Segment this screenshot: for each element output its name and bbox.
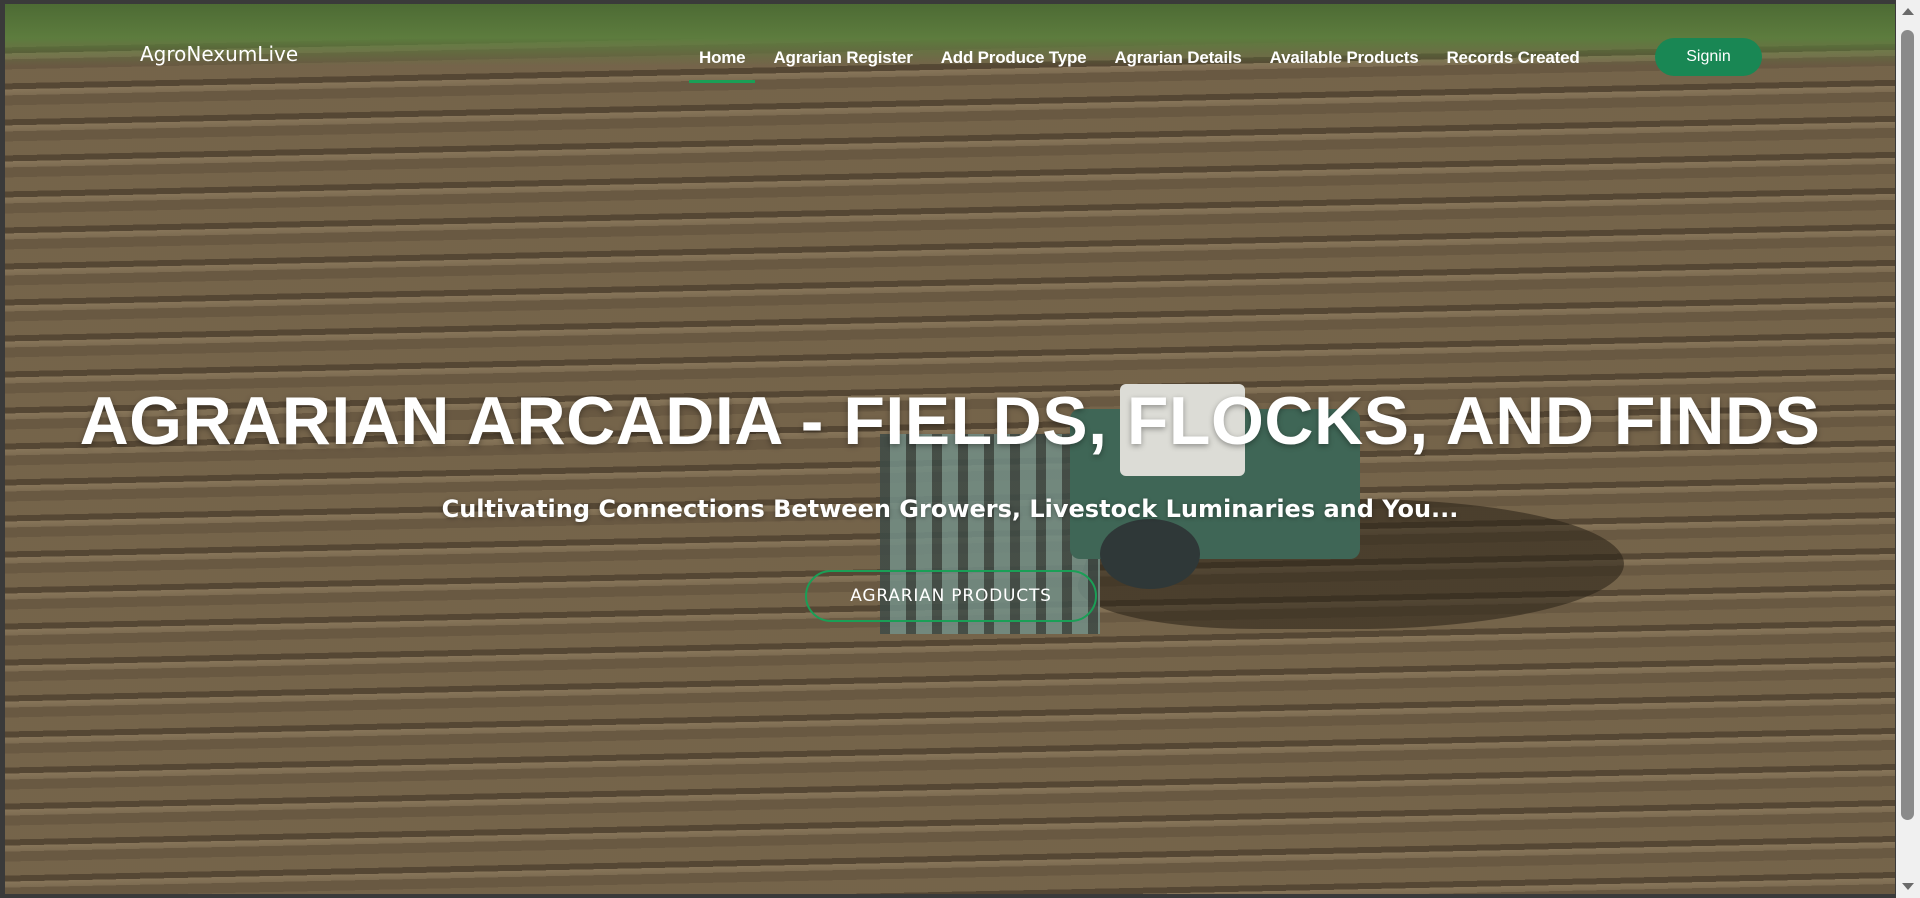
scroll-down-arrow-icon[interactable]	[1902, 883, 1914, 890]
scrollbar-thumb[interactable]	[1901, 30, 1914, 820]
hero-title: AGRARIAN ARCADIA - FIELDS, FLOCKS, AND F…	[79, 383, 1821, 459]
agrarian-products-button[interactable]: AGRARIAN PRODUCTS	[805, 570, 1097, 622]
vertical-scrollbar[interactable]	[1896, 0, 1920, 898]
hero-subtitle: Cultivating Connections Between Growers,…	[441, 495, 1459, 523]
scroll-up-arrow-icon[interactable]	[1902, 8, 1914, 15]
hero-content: AGRARIAN ARCADIA - FIELDS, FLOCKS, AND F…	[5, 4, 1895, 894]
hero-section: AgroNexumLive Home Agrarian Register Add…	[5, 4, 1895, 894]
browser-viewport: AgroNexumLive Home Agrarian Register Add…	[0, 0, 1920, 898]
